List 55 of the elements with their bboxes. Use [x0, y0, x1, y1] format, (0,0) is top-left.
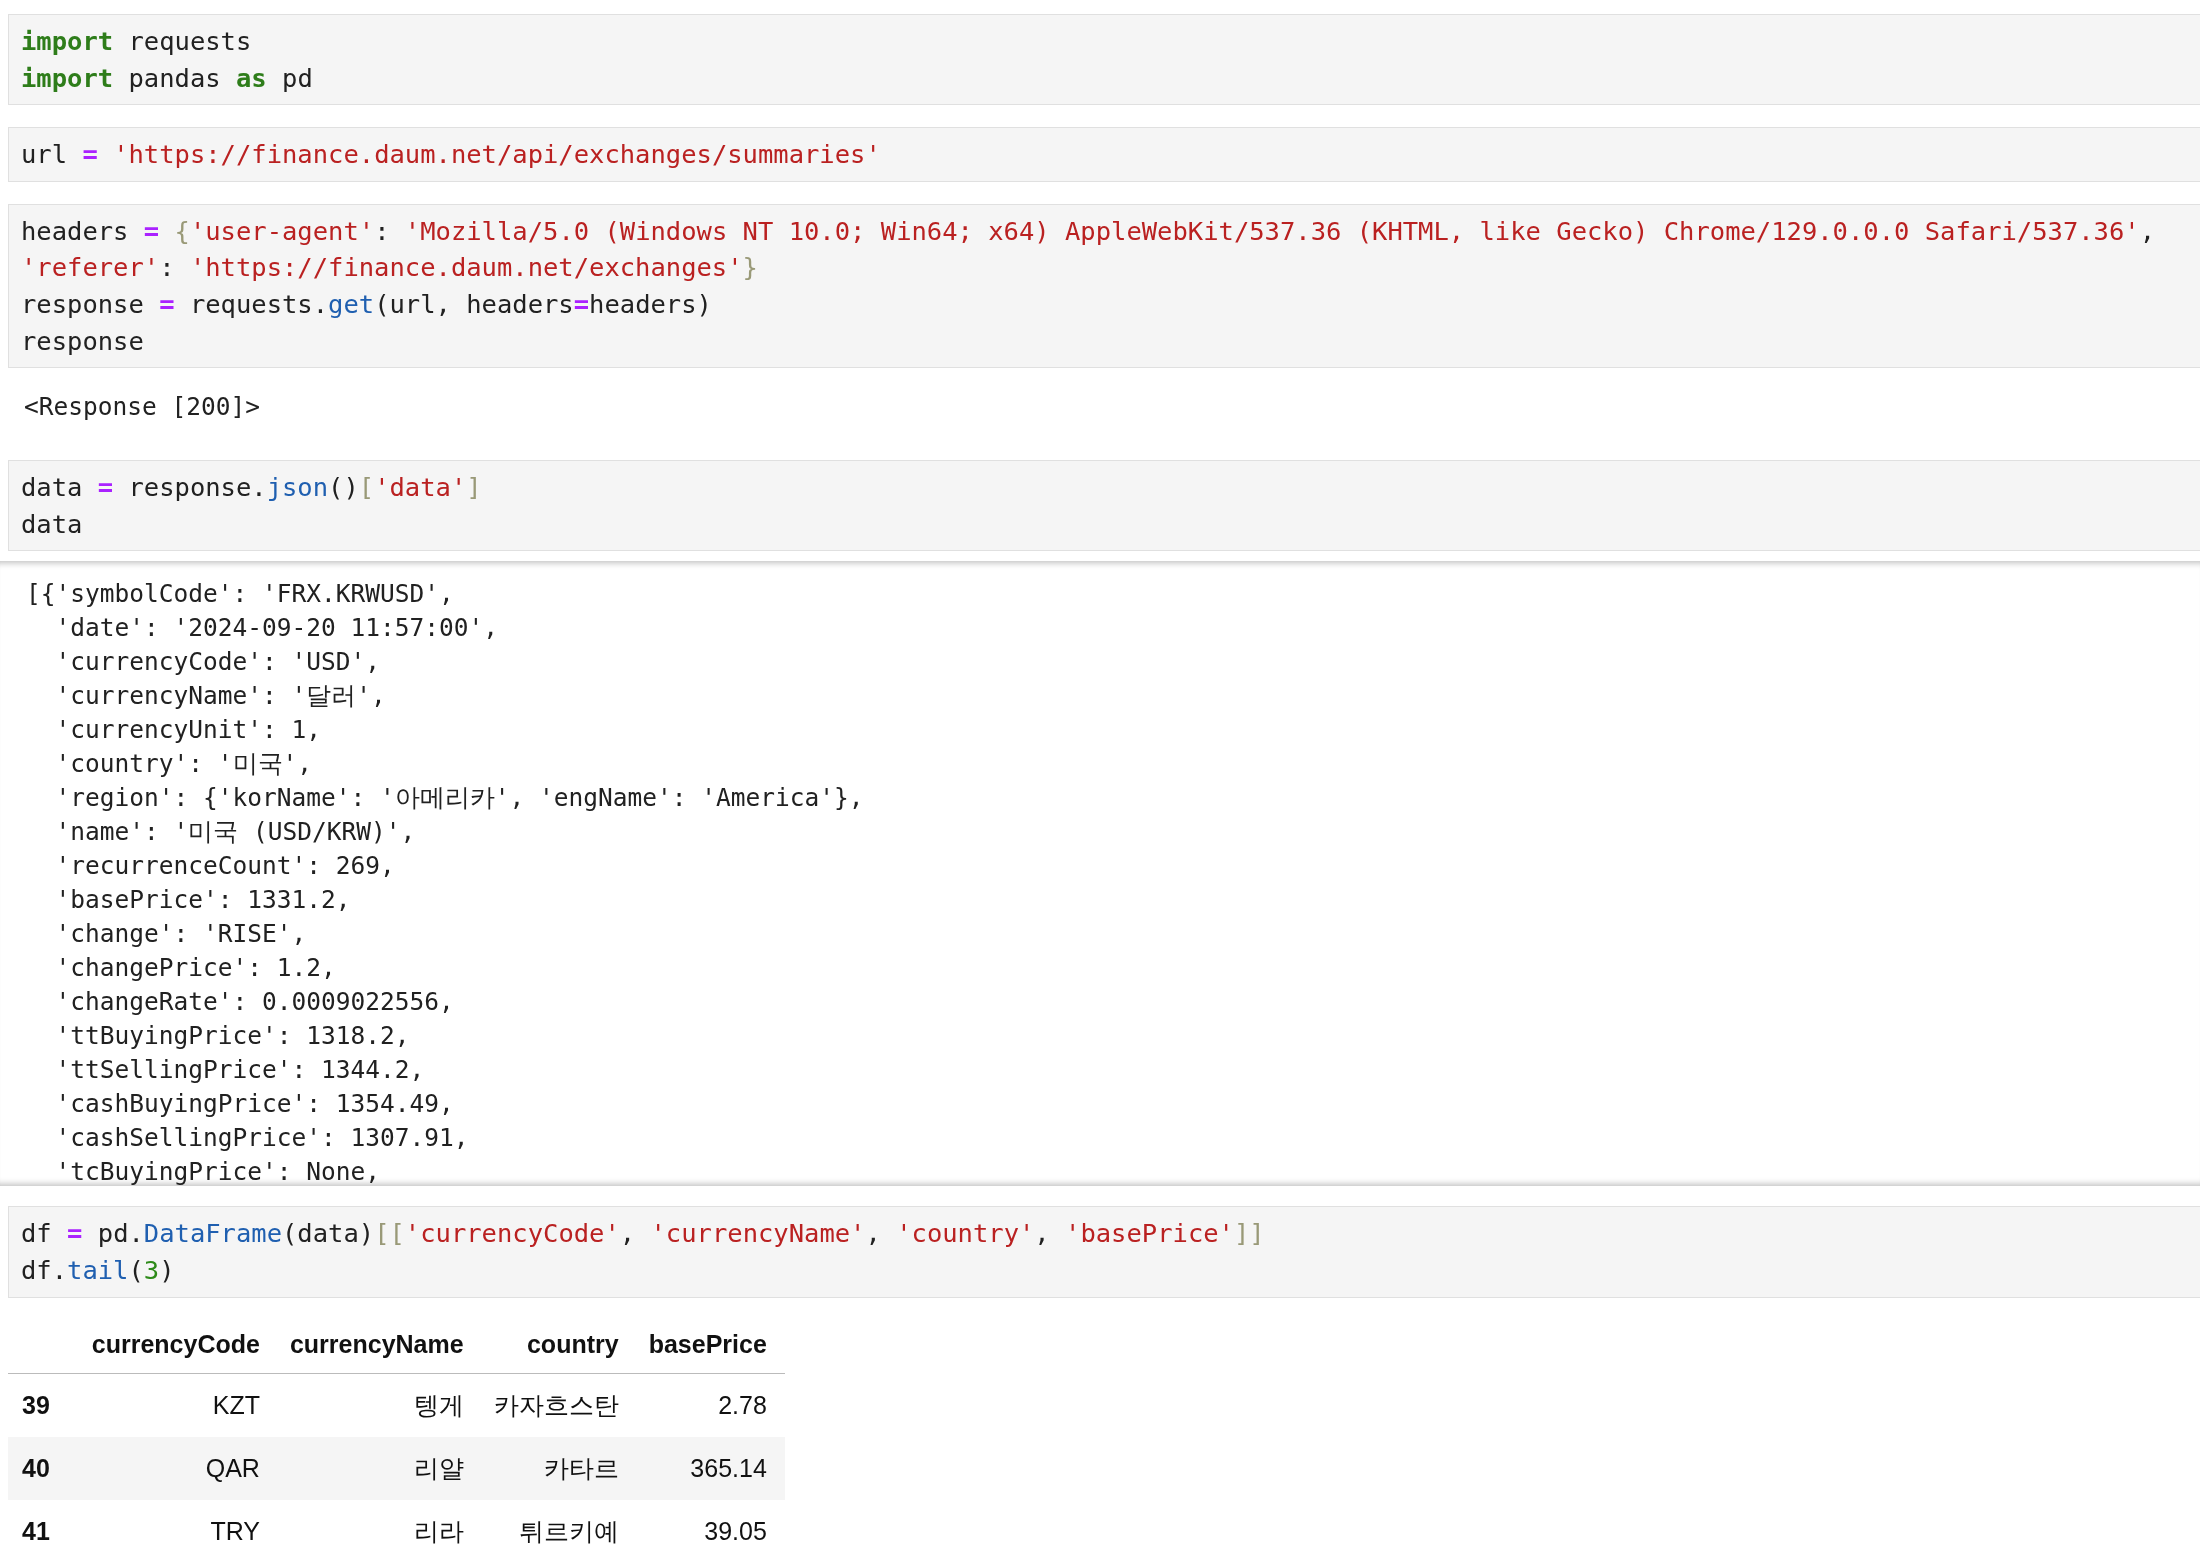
column-header: currencyCode — [79, 1319, 278, 1374]
code-line: import pandas as pd — [21, 61, 313, 95]
code-cell[interactable]: data = response.json()['data'] data — [8, 460, 2200, 552]
output-line: 'cashBuyingPrice': 1354.49, — [54, 1088, 454, 1121]
output-line: 'tcBuyingPrice': None, — [54, 1156, 380, 1187]
table-cell: 카자흐스탄 — [481, 1373, 637, 1437]
output-line: [{'symbolCode': 'FRX.KRWUSD', — [26, 578, 454, 611]
column-header: basePrice — [636, 1319, 785, 1374]
output-line: 'basePrice': 1331.2, — [54, 884, 351, 917]
code-line: url = 'https://finance.daum.net/api/exchanges/summaries' — [21, 138, 881, 172]
code-cell[interactable]: import requests import pandas as pd — [8, 14, 2200, 106]
code-line: df.tail(3) — [21, 1253, 175, 1287]
output-line: 'cashSellingPrice': 1307.91, — [54, 1122, 469, 1155]
column-header: currencyName — [277, 1319, 482, 1374]
table-cell: 리얄 — [277, 1436, 482, 1500]
output-line: 'name': '미국 (USD/KRW)', — [54, 816, 416, 849]
output-line: 'changeRate': 0.0009022556, — [54, 986, 454, 1019]
output-line: 'changePrice': 1.2, — [54, 952, 336, 985]
row-index: 41 — [8, 1499, 80, 1560]
output-line: 'currencyUnit': 1, — [54, 714, 321, 747]
code-line: data = response.json()['data'] — [21, 471, 482, 505]
table-cell: 39.05 — [636, 1499, 785, 1560]
output-line: 'ttBuyingPrice': 1318.2, — [54, 1020, 410, 1053]
row-index: 40 — [8, 1436, 80, 1500]
output-scroll-area[interactable] — [0, 561, 2200, 1187]
table-cell: 카타르 — [481, 1436, 637, 1500]
code-line: response — [21, 324, 144, 358]
code-cell[interactable]: url = 'https://finance.daum.net/api/exchanges/summaries' — [8, 127, 2200, 182]
table-cell: KZT — [79, 1373, 278, 1437]
code-line: headers = {'user-agent': 'Mozilla/5.0 (Windows NT 10.0; Win64; x64) AppleWebKit/537.36 (KHTML, like Gecko) Chrome/129.0.0.0 Safari/537.36', — [21, 214, 2156, 248]
column-header: country — [481, 1319, 637, 1374]
code-line: response = requests.get(url, headers=headers) — [21, 287, 712, 321]
code-line: df = pd.DataFrame(data)[['currencyCode', 'currencyName', 'country', 'basePrice']] — [21, 1217, 1265, 1251]
table-cell: 365.14 — [636, 1436, 785, 1500]
code-line: 'referer': 'https://finance.daum.net/exchanges'} — [21, 251, 758, 285]
output-line: 'currencyCode': 'USD', — [54, 646, 380, 679]
table-cell: 리라 — [277, 1499, 482, 1560]
output-line: 'recurrenceCount': 269, — [54, 850, 395, 883]
output-line: 'ttSellingPrice': 1344.2, — [54, 1054, 425, 1087]
row-index: 39 — [8, 1373, 80, 1437]
code-line: data — [21, 507, 83, 541]
output-line: 'country': '미국', — [54, 748, 312, 781]
table-cell: 튀르키예 — [481, 1499, 637, 1560]
code-cell[interactable]: df = pd.DataFrame(data)[['currencyCode', 'currencyName', 'country', 'basePrice']] df.tail(3) — [8, 1206, 2200, 1298]
table-cell: TRY — [79, 1499, 278, 1560]
output-line: <Response [200]> — [24, 391, 260, 424]
output-line: 'currencyName': '달러', — [54, 680, 386, 713]
table-cell: 텡게 — [277, 1373, 482, 1437]
output-line: 'change': 'RISE', — [54, 918, 307, 951]
table-cell: QAR — [79, 1436, 278, 1500]
output-line: 'region': {'korName': '아메리카', 'engName': 'America'}, — [54, 782, 864, 815]
output-line: 'date': '2024-09-20 11:57:00', — [54, 612, 498, 645]
code-line: import requests — [21, 25, 252, 58]
code-cell[interactable] — [8, 203, 2200, 369]
table-cell: 2.78 — [636, 1373, 785, 1437]
